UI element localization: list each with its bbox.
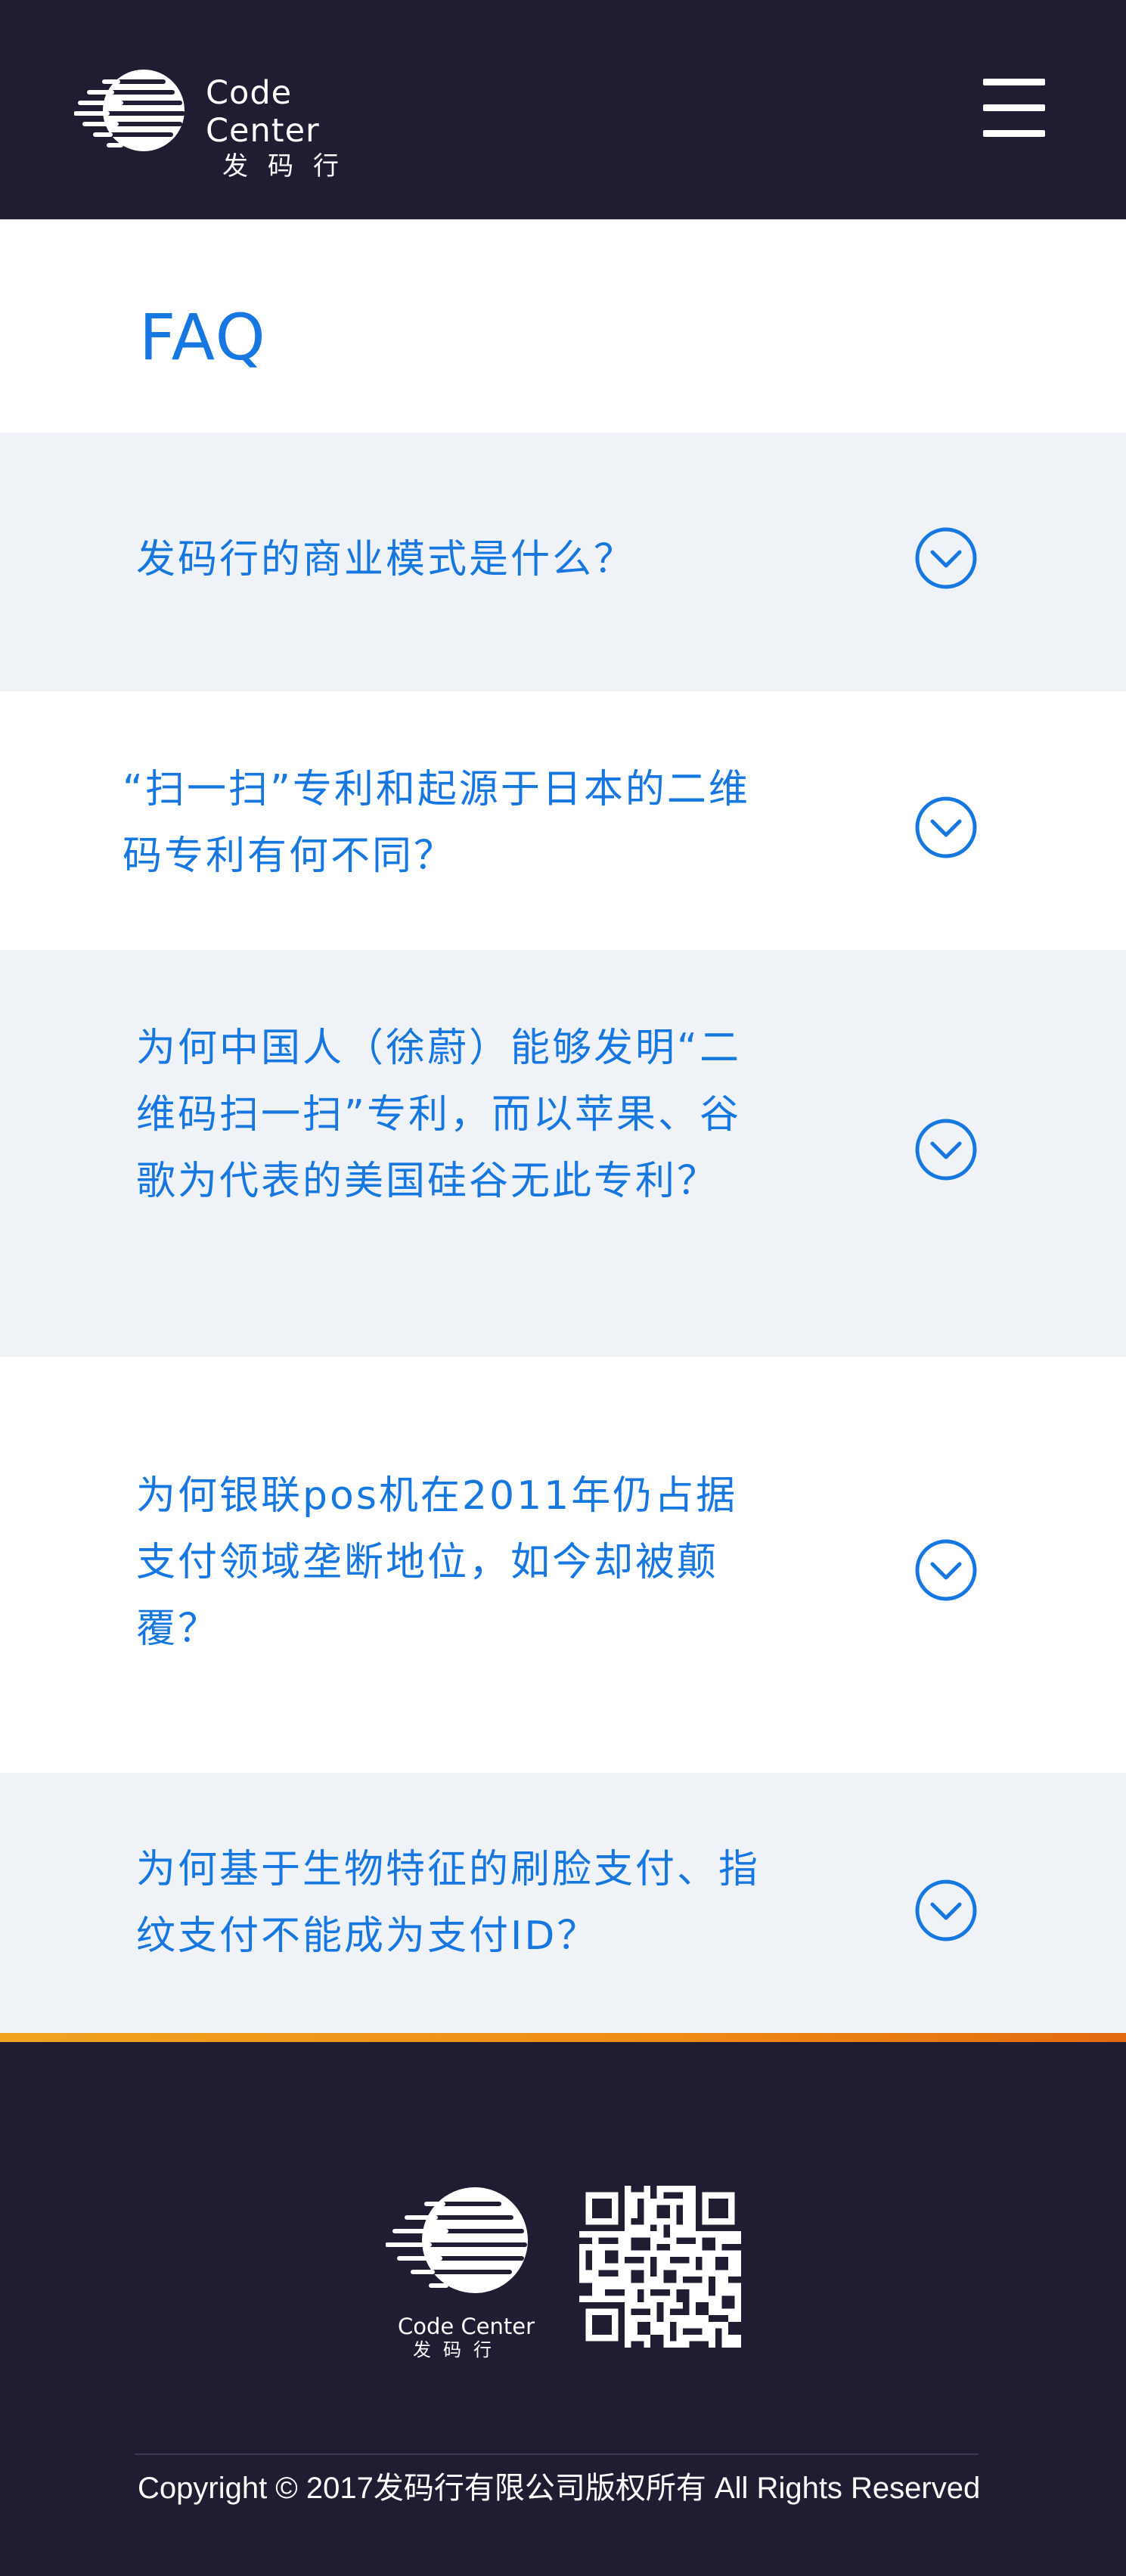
footer-divider — [135, 2453, 979, 2455]
brand-logo-mark-icon — [74, 70, 185, 151]
faq-question: 为何中国人（徐蔚）能够发明“二维码扫一扫”专利，而以苹果、谷歌为代表的美国硅谷无… — [136, 1026, 741, 1204]
hamburger-menu-icon[interactable] — [983, 79, 1047, 139]
faq-item[interactable]: 为何银联pos机在2011年仍占据支付领域垄断地位，如今却被颠覆？ — [0, 1357, 1126, 1773]
brand-name-cn: 发码行 — [222, 151, 358, 182]
chevron-down-circle-icon[interactable] — [914, 526, 978, 590]
chevron-down-circle-icon[interactable] — [914, 796, 978, 859]
faq-item[interactable]: 发码行的商业模式是什么？ — [0, 433, 1126, 691]
faq-question: “扫一扫”专利和起源于日本的二维码专利有何不同？ — [123, 767, 750, 879]
faq-question: 为何银联pos机在2011年仍占据支付领域垄断地位，如今却被颠覆？ — [136, 1473, 738, 1652]
faq-item[interactable]: 为何中国人（徐蔚）能够发明“二维码扫一扫”专利，而以苹果、谷歌为代表的美国硅谷无… — [0, 950, 1126, 1357]
chevron-down-circle-icon[interactable] — [914, 1538, 978, 1602]
copyright-text: Copyright © 2017发码行有限公司版权所有 All Rights R… — [138, 2472, 981, 2505]
footer-accent-line — [0, 2033, 1126, 2042]
chevron-down-circle-icon[interactable] — [914, 1879, 978, 1942]
faq-item[interactable]: “扫一扫”专利和起源于日本的二维码专利有何不同？ — [0, 691, 1126, 950]
faq-question: 为何基于生物特征的刷脸支付、指纹支付不能成为支付ID？ — [136, 1847, 761, 1959]
footer-brand-name-en: Code Center — [398, 2314, 535, 2339]
faq-question: 发码行的商业模式是什么？ — [136, 537, 636, 582]
site-header: Code Center 发码行 — [0, 0, 1126, 219]
footer-logo-mark-icon — [386, 2187, 528, 2293]
brand-logo[interactable]: Code Center 发码行 — [74, 67, 407, 182]
brand-logo-text: Code Center 发码行 — [206, 74, 407, 183]
page-title: FAQ — [139, 300, 267, 374]
footer-brand-name-cn: 发码行 — [413, 2339, 504, 2360]
faq-item[interactable]: 为何基于生物特征的刷脸支付、指纹支付不能成为支付ID？ — [0, 1773, 1126, 2033]
qr-code-icon — [579, 2186, 741, 2348]
footer-brand-logo[interactable]: Code Center 发码行 — [386, 2184, 535, 2360]
brand-name-en: Code Center — [206, 74, 320, 150]
chevron-down-circle-icon[interactable] — [914, 1118, 978, 1181]
site-footer: Code Center 发码行 Copyright © 2017发码行有限公司版… — [0, 2042, 1126, 2576]
